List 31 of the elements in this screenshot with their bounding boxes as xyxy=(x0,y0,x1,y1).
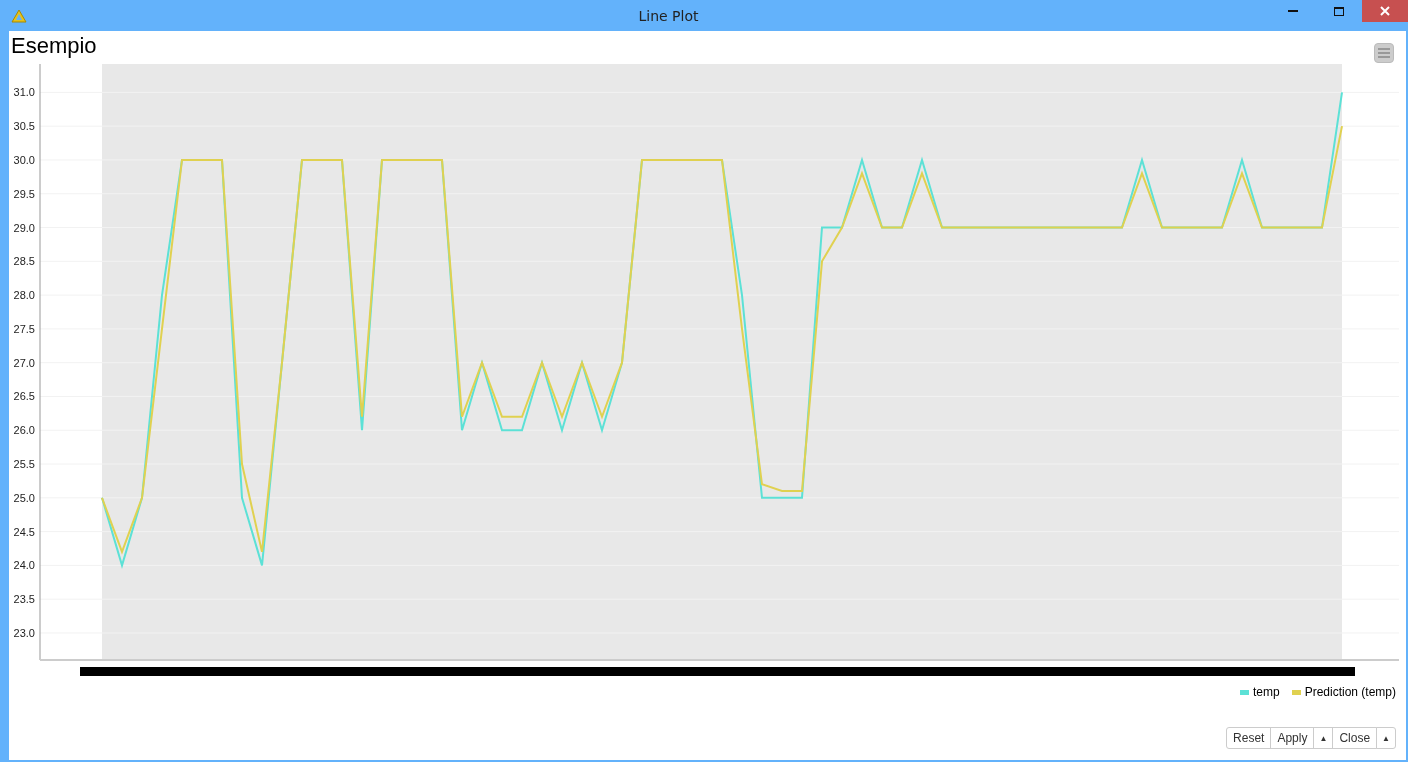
window-title: Line Plot xyxy=(637,7,700,24)
y-tick-label: 23.0 xyxy=(13,626,35,639)
maximize-icon[interactable] xyxy=(1334,6,1344,16)
y-tick-label: 26.0 xyxy=(13,424,35,437)
y-tick-label: 26.5 xyxy=(13,390,35,403)
y-tick-label: 25.0 xyxy=(13,491,35,504)
y-tick-label: 28.5 xyxy=(13,255,35,268)
action-button[interactable]: Apply xyxy=(1270,727,1315,749)
y-tick-label: 24.5 xyxy=(13,525,35,538)
close-icon[interactable] xyxy=(1380,6,1390,16)
y-tick-label: 30.0 xyxy=(13,153,35,166)
y-tick-label: 29.5 xyxy=(13,187,35,200)
action-button[interactable]: Close xyxy=(1332,727,1378,749)
y-tick-label: 23.5 xyxy=(13,593,35,606)
y-tick-label: 28.0 xyxy=(13,289,35,302)
y-tick-label: 30.5 xyxy=(13,120,35,133)
y-tick-label: 29.0 xyxy=(13,221,35,234)
action-button[interactable]: Reset xyxy=(1226,727,1272,749)
legend-label: Prediction (temp) xyxy=(1304,685,1396,699)
dropdown-button[interactable]: ▲ xyxy=(1376,727,1396,749)
chart-title: Esempio xyxy=(11,33,97,59)
y-tick-label: 25.5 xyxy=(13,458,35,471)
y-tick-label: 24.0 xyxy=(13,559,35,572)
menu-button[interactable] xyxy=(1374,43,1394,63)
dropdown-button[interactable]: ▲ xyxy=(1313,727,1334,749)
y-tick-label: 27.5 xyxy=(13,322,35,335)
legend-label: temp xyxy=(1252,685,1280,699)
app-logo-icon xyxy=(11,8,27,23)
y-tick-label: 31.0 xyxy=(13,86,35,99)
y-tick-label: 27.0 xyxy=(13,356,35,369)
minimize-icon[interactable] xyxy=(1288,9,1298,13)
